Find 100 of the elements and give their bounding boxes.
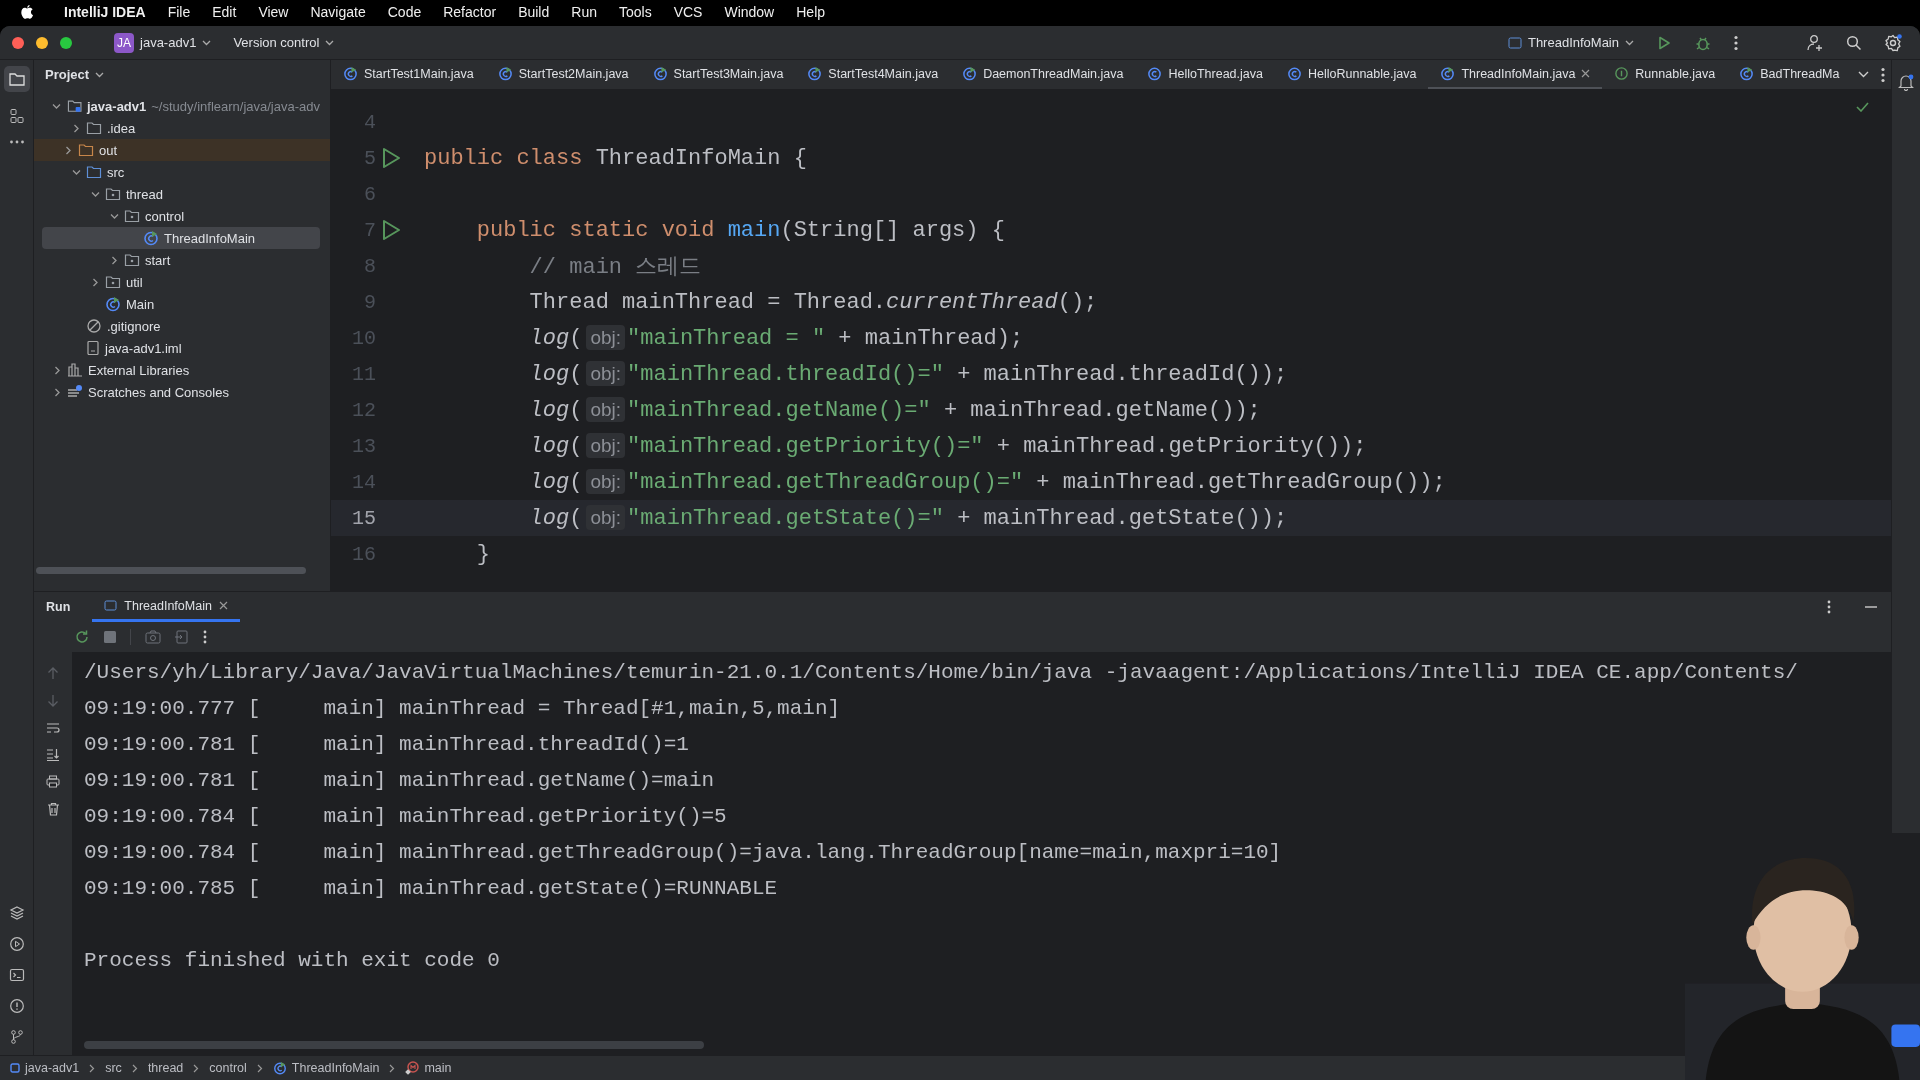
menu-item[interactable]: Build bbox=[518, 4, 550, 20]
library-icon bbox=[67, 362, 83, 378]
chevron-icon[interactable] bbox=[52, 101, 62, 111]
trash-icon[interactable] bbox=[46, 802, 60, 816]
folder-icon bbox=[124, 253, 140, 267]
camera-icon[interactable] bbox=[145, 630, 161, 644]
scrollbar-thumb[interactable] bbox=[84, 1041, 704, 1049]
tree-item[interactable]: src bbox=[42, 161, 320, 183]
project-switcher[interactable]: JA java-adv1 bbox=[108, 29, 218, 56]
tree-item[interactable]: java-adv1.iml bbox=[42, 337, 320, 359]
chevron-icon bbox=[193, 1063, 200, 1073]
menu-item[interactable]: Help bbox=[796, 4, 826, 20]
close-icon[interactable] bbox=[1581, 69, 1591, 78]
file-tab[interactable]: Runnable.java bbox=[1602, 60, 1728, 89]
breadcrumb[interactable]: thread bbox=[147, 1061, 184, 1075]
menu-item[interactable]: Edit bbox=[212, 4, 237, 20]
run-configuration[interactable]: ThreadInfoMain bbox=[1501, 32, 1640, 53]
more-icon[interactable] bbox=[1827, 600, 1831, 614]
terminal-icon[interactable] bbox=[8, 967, 25, 983]
file-tab[interactable]: StartTest1Main.java bbox=[331, 60, 486, 89]
panel-title[interactable]: Project bbox=[45, 67, 90, 82]
soft-wrap-icon[interactable] bbox=[46, 722, 60, 734]
tree-item[interactable]: thread bbox=[42, 183, 320, 205]
file-tab[interactable]: BadThreadMa bbox=[1727, 60, 1852, 89]
chevron-icon[interactable] bbox=[109, 211, 119, 221]
scroll-to-end-icon[interactable] bbox=[46, 748, 60, 761]
tree-item[interactable]: External Libraries bbox=[42, 359, 320, 381]
file-tab[interactable]: StartTest2Main.java bbox=[485, 60, 641, 89]
chevron-icon[interactable] bbox=[52, 387, 62, 397]
more-icon[interactable] bbox=[1734, 34, 1738, 51]
run-icon[interactable] bbox=[381, 147, 401, 169]
breadcrumb[interactable]: control bbox=[209, 1061, 247, 1075]
tree-item[interactable]: java-adv1 ~/study/inflearn/java/java-adv bbox=[42, 95, 320, 117]
search-icon[interactable] bbox=[1846, 34, 1862, 51]
menu-item[interactable]: View bbox=[258, 4, 289, 20]
add-user-icon[interactable] bbox=[1806, 33, 1824, 52]
chevron-icon[interactable] bbox=[109, 255, 119, 265]
bell-icon[interactable] bbox=[1898, 74, 1914, 91]
menu-item[interactable]: File bbox=[167, 4, 191, 20]
breadcrumb[interactable]: src bbox=[105, 1061, 122, 1075]
file-tab[interactable]: StartTest4Main.java bbox=[795, 60, 951, 89]
more-icon[interactable] bbox=[203, 630, 207, 644]
run-icon[interactable] bbox=[381, 219, 401, 241]
file-tab[interactable]: HelloThread.java bbox=[1135, 60, 1275, 89]
chevron-icon[interactable] bbox=[71, 123, 81, 133]
breadcrumb[interactable]: ThreadInfoMain bbox=[272, 1061, 380, 1075]
minimize-button[interactable] bbox=[36, 36, 48, 49]
folder-icon bbox=[124, 209, 140, 223]
run-icon[interactable] bbox=[1656, 34, 1672, 51]
menu-item[interactable]: Window bbox=[724, 4, 775, 20]
chevron-icon[interactable] bbox=[71, 167, 81, 177]
scrollbar-thumb[interactable] bbox=[36, 567, 306, 574]
menu-item[interactable]: VCS bbox=[673, 4, 703, 20]
tree-item[interactable]: start bbox=[42, 249, 320, 271]
tree-item-label: java-adv1 bbox=[87, 98, 147, 114]
tree-item[interactable]: out bbox=[34, 139, 330, 161]
chevron-icon[interactable] bbox=[1858, 71, 1869, 78]
folder-icon[interactable] bbox=[3, 66, 30, 92]
more-icon[interactable] bbox=[1881, 66, 1885, 83]
close-icon[interactable] bbox=[218, 601, 228, 610]
tree-item[interactable]: Main bbox=[42, 293, 320, 315]
tree-item[interactable]: control bbox=[42, 205, 320, 227]
console-line: /Users/yh/Library/Java/JavaVirtualMachines/temurin-21.0.1/Contents/Home/bin/java -javaagent:/Applications/IntelliJ IDEA CE.app/Contents/ bbox=[84, 660, 1799, 686]
apple-icon[interactable] bbox=[20, 4, 34, 20]
tree-item[interactable]: util bbox=[42, 271, 320, 293]
tree-item[interactable]: Scratches and Consoles bbox=[42, 381, 320, 403]
settings-icon[interactable] bbox=[1884, 33, 1902, 52]
problems-icon[interactable] bbox=[8, 998, 25, 1014]
chevron-icon[interactable] bbox=[95, 71, 105, 78]
file-tab[interactable]: ThreadInfoMain.java bbox=[1428, 60, 1603, 89]
chevron-icon[interactable] bbox=[52, 365, 62, 375]
tree-item[interactable]: .idea bbox=[42, 117, 320, 139]
chevron-icon[interactable] bbox=[90, 189, 100, 199]
rerun-icon[interactable] bbox=[74, 629, 90, 645]
layers-icon[interactable] bbox=[8, 905, 25, 921]
app-menu[interactable]: IntelliJ IDEA bbox=[64, 4, 146, 20]
method-icon bbox=[405, 1061, 420, 1075]
run-icon[interactable] bbox=[8, 936, 25, 952]
menu-item[interactable]: Refactor bbox=[443, 4, 497, 20]
file-tab[interactable]: HelloRunnable.java bbox=[1275, 60, 1429, 89]
more-icon[interactable] bbox=[8, 140, 25, 144]
file-tab[interactable]: StartTest3Main.java bbox=[640, 60, 796, 89]
breadcrumb[interactable]: java-adv1 bbox=[10, 1061, 80, 1075]
zoom-button[interactable] bbox=[60, 36, 72, 49]
structure-icon[interactable] bbox=[8, 108, 25, 124]
menu-item[interactable]: Navigate bbox=[310, 4, 366, 20]
tree-item[interactable]: ThreadInfoMain bbox=[42, 227, 320, 249]
file-tab[interactable]: DaemonThreadMain.java bbox=[950, 60, 1136, 89]
tree-item[interactable]: .gitignore bbox=[42, 315, 320, 337]
git-branch-icon[interactable] bbox=[8, 1029, 25, 1045]
print-icon[interactable] bbox=[46, 775, 60, 788]
chevron-icon[interactable] bbox=[90, 277, 100, 287]
menu-item[interactable]: Run bbox=[571, 4, 597, 20]
close-button[interactable] bbox=[12, 36, 24, 49]
menu-item[interactable]: Code bbox=[387, 4, 422, 20]
file-icon bbox=[86, 340, 100, 356]
chevron-icon[interactable] bbox=[63, 145, 73, 155]
version-control-button[interactable]: Version control bbox=[227, 32, 341, 53]
menu-item[interactable]: Tools bbox=[618, 4, 652, 20]
breadcrumb[interactable]: main bbox=[405, 1061, 452, 1075]
